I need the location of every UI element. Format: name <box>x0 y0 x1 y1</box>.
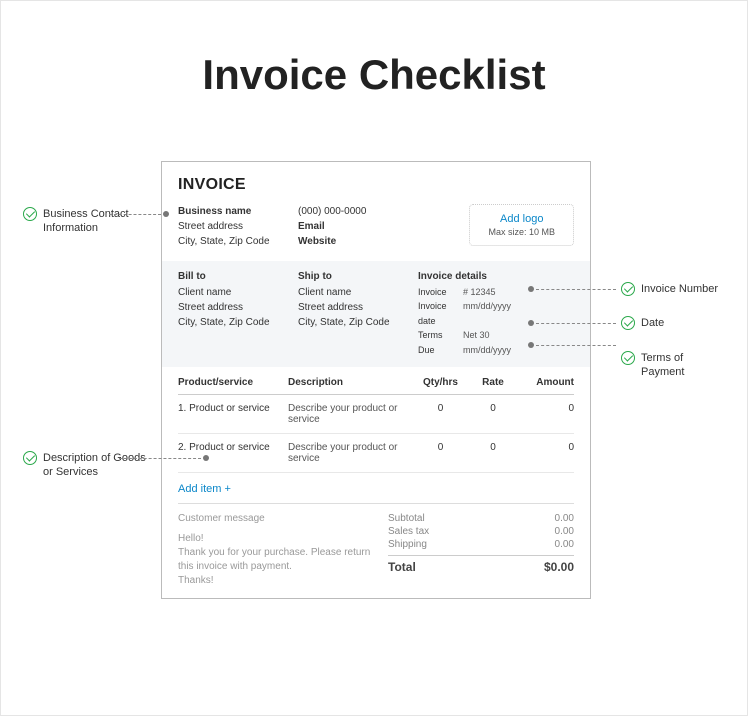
connector-dot <box>528 320 534 326</box>
check-icon <box>621 282 635 296</box>
billto-street: Street address <box>178 300 298 315</box>
connector-dot <box>203 455 209 461</box>
items-header: Product/service Description Qty/hrs Rate… <box>178 367 574 395</box>
col-qty: Qty/hrs <box>413 377 468 388</box>
total-label: Total <box>388 560 416 574</box>
contact-website: Website <box>298 234 408 249</box>
terms-val: Net 30 <box>463 328 574 342</box>
billto-column: Bill to Client name Street address City,… <box>178 271 298 357</box>
col-rate: Rate <box>468 377 518 388</box>
annotation-date: Date <box>621 316 664 330</box>
message-title: Customer message <box>178 512 388 526</box>
totals-column: Subtotal 0.00 Sales tax 0.00 Shipping 0.… <box>388 512 574 588</box>
message-column: Customer message Hello! Thank you for yo… <box>178 512 388 588</box>
add-item-link[interactable]: Add item + <box>178 473 574 504</box>
billto-city: City, State, Zip Code <box>178 315 298 330</box>
item-row: 1. Product or service Describe your prod… <box>178 395 574 434</box>
tax-label: Sales tax <box>388 526 429 537</box>
col-product: Product/service <box>178 377 288 388</box>
logo-max-size: Max size: 10 MB <box>488 227 555 237</box>
subtotal-val: 0.00 <box>555 513 574 524</box>
total-val: $0.00 <box>544 560 574 574</box>
annotation-invoice-number: Invoice Number <box>621 282 718 296</box>
business-column: Business name Street address City, State… <box>178 204 298 249</box>
details-title: Invoice details <box>418 271 574 282</box>
ship-val: 0.00 <box>555 539 574 550</box>
check-icon <box>621 316 635 330</box>
annotation-business-contact: Business Contact Information <box>23 207 153 236</box>
connector-dot <box>163 211 169 217</box>
invoice-card: INVOICE Business name Street address Cit… <box>161 161 591 599</box>
shipto-column: Ship to Client name Street address City,… <box>298 271 418 357</box>
billto-client: Client name <box>178 285 298 300</box>
col-description: Description <box>288 377 413 388</box>
item-rate: 0 <box>468 442 518 453</box>
check-icon <box>23 207 37 221</box>
page-title: Invoice Checklist <box>21 51 727 99</box>
invoice-num-label: Invoice <box>418 285 463 299</box>
subtotal-label: Subtotal <box>388 513 425 524</box>
item-name: 1. Product or service <box>178 403 288 414</box>
shipto-title: Ship to <box>298 271 418 282</box>
item-amt: 0 <box>518 442 574 453</box>
terms-label: Terms <box>418 328 463 342</box>
ship-label: Shipping <box>388 539 427 550</box>
bottom-row: Customer message Hello! Thank you for yo… <box>178 504 574 588</box>
logo-upload[interactable]: Add logo Max size: 10 MB <box>469 204 574 246</box>
col-amount: Amount <box>518 377 574 388</box>
item-amt: 0 <box>518 403 574 414</box>
item-rate: 0 <box>468 403 518 414</box>
shipto-city: City, State, Zip Code <box>298 315 418 330</box>
item-desc: Describe your product or service <box>288 403 413 425</box>
shipto-client: Client name <box>298 285 418 300</box>
connector-dot <box>528 286 534 292</box>
annotation-terms: Terms of Payment <box>621 351 721 380</box>
annotation-label: Invoice Number <box>641 282 718 296</box>
business-name: Business name <box>178 204 298 219</box>
item-desc: Describe your product or service <box>288 442 413 464</box>
annotation-label: Business Contact Information <box>43 207 153 236</box>
due-label: Due <box>418 343 463 357</box>
annotation-label: Description of Goods or Services <box>43 451 153 480</box>
billto-title: Bill to <box>178 271 298 282</box>
invoice-date-label: Invoice date <box>418 299 463 328</box>
message-closing: Thanks! <box>178 574 388 588</box>
business-city: City, State, Zip Code <box>178 234 298 249</box>
item-qty: 0 <box>413 403 468 414</box>
annotation-label: Terms of Payment <box>641 351 721 380</box>
invoice-num-val: # 12345 <box>463 285 574 299</box>
annotation-goods: Description of Goods or Services <box>23 451 153 480</box>
contact-column: (000) 000-0000 Email Website <box>298 204 408 249</box>
connector-line <box>119 458 201 459</box>
add-logo-label: Add logo <box>488 213 555 225</box>
message-greeting: Hello! <box>178 532 388 546</box>
connector-line <box>536 289 616 290</box>
business-street: Street address <box>178 219 298 234</box>
shipto-street: Street address <box>298 300 418 315</box>
tax-val: 0.00 <box>555 526 574 537</box>
message-body: Thank you for your purchase. Please retu… <box>178 546 388 574</box>
item-name: 2. Product or service <box>178 442 288 453</box>
mid-section: Bill to Client name Street address City,… <box>162 261 590 367</box>
invoice-heading: INVOICE <box>178 176 574 194</box>
contact-phone: (000) 000-0000 <box>298 204 408 219</box>
connector-line <box>536 323 616 324</box>
item-row: 2. Product or service Describe your prod… <box>178 434 574 473</box>
connector-line <box>536 345 616 346</box>
annotation-label: Date <box>641 316 664 330</box>
item-qty: 0 <box>413 442 468 453</box>
check-icon <box>621 351 635 365</box>
connector-line <box>109 214 161 215</box>
contact-email: Email <box>298 219 408 234</box>
top-row: Business name Street address City, State… <box>178 204 574 249</box>
check-icon <box>23 451 37 465</box>
connector-dot <box>528 342 534 348</box>
